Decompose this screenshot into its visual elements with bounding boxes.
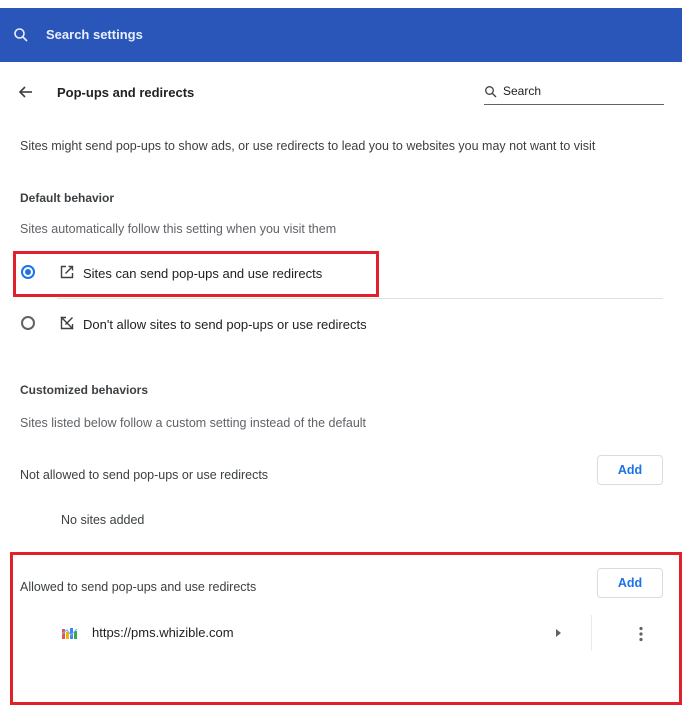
page-search-label: Search	[503, 84, 542, 98]
radio-block-popups[interactable]	[21, 316, 35, 330]
default-behavior-subtext: Sites automatically follow this setting …	[20, 222, 337, 236]
search-settings-input[interactable]: Search settings	[46, 27, 143, 42]
site-url[interactable]: https://pms.whizible.com	[92, 625, 234, 640]
highlight-box-default	[13, 251, 379, 297]
allowed-label: Allowed to send pop-ups and use redirect…	[20, 580, 257, 594]
default-behavior-heading: Default behavior	[20, 191, 115, 205]
not-allowed-label: Not allowed to send pop-ups or use redir…	[20, 468, 269, 482]
no-sites-text: No sites added	[61, 513, 145, 527]
row-separator	[591, 615, 592, 651]
settings-header: Search settings	[0, 8, 682, 62]
more-actions-icon[interactable]	[634, 625, 648, 643]
site-favicon-icon	[61, 628, 78, 639]
page-description: Sites might send pop-ups to show ads, or…	[20, 139, 596, 153]
page-search-field[interactable]: Search	[484, 83, 664, 105]
search-icon[interactable]	[13, 27, 29, 43]
customized-heading: Customized behaviors	[20, 383, 149, 397]
popup-blocked-icon	[60, 316, 74, 330]
expand-arrow-icon[interactable]	[553, 627, 563, 639]
customized-subtext: Sites listed below follow a custom setti…	[20, 416, 367, 430]
top-edge	[0, 0, 682, 8]
divider	[57, 298, 663, 299]
page-title: Pop-ups and redirects	[57, 85, 195, 100]
search-icon	[485, 86, 497, 98]
option-block-label[interactable]: Don't allow sites to send pop-ups or use…	[83, 317, 367, 332]
add-allowed-site-button[interactable]: Add	[597, 568, 663, 598]
add-blocked-site-button[interactable]: Add	[597, 455, 663, 485]
back-arrow-icon[interactable]	[17, 83, 35, 101]
